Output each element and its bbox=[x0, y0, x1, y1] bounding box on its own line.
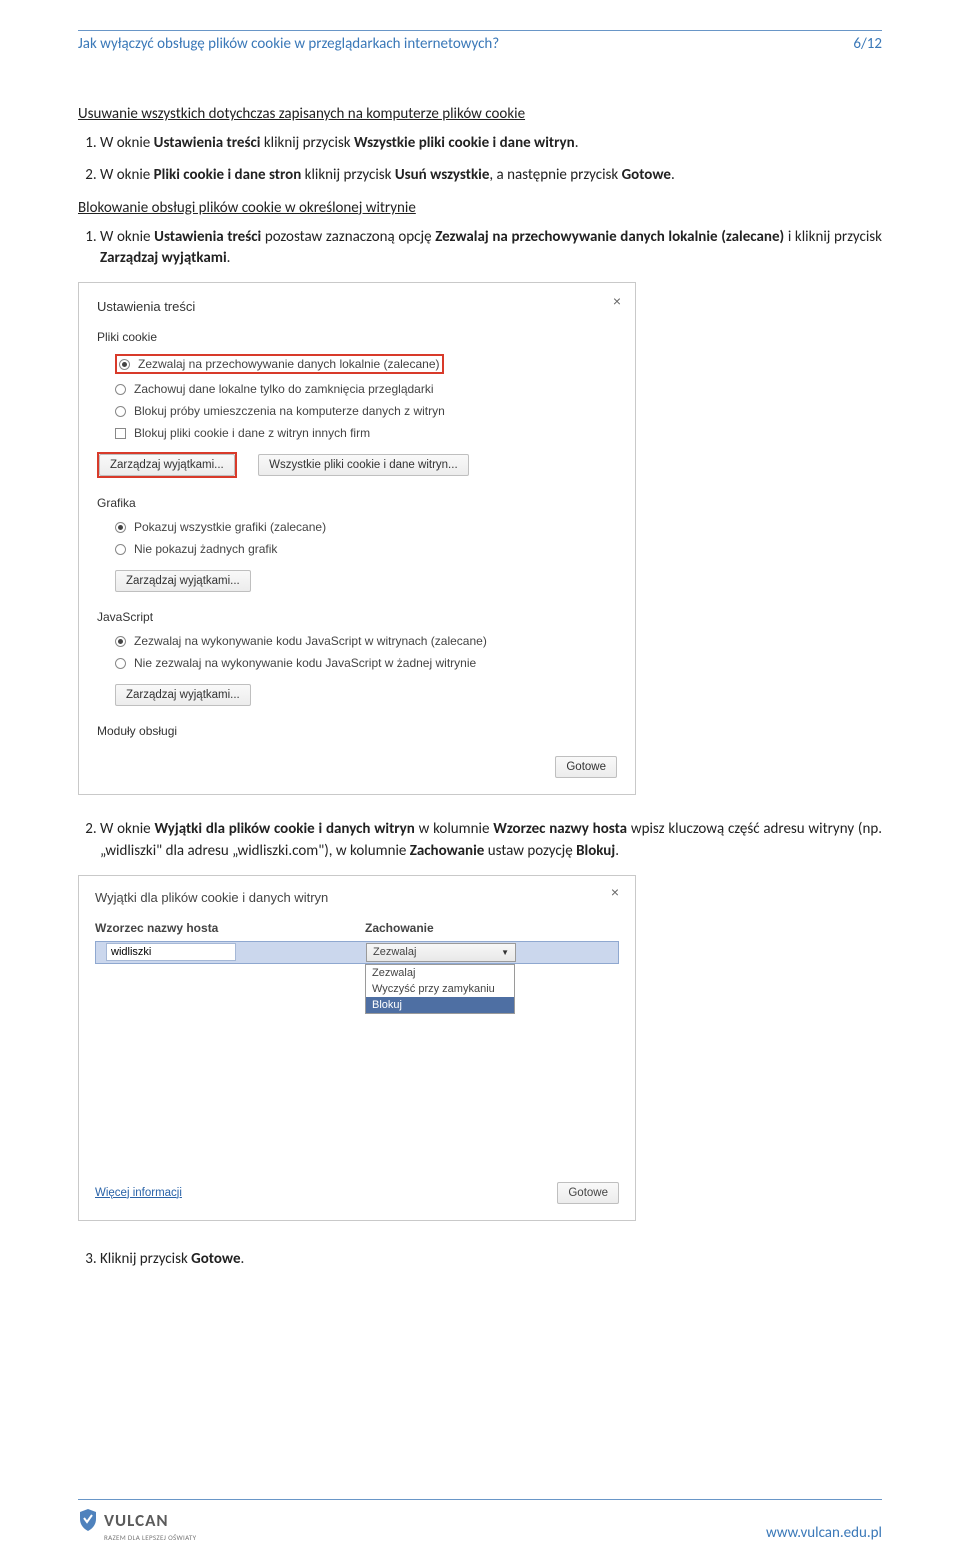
highlight-red-btn: Zarządzaj wyjątkami... bbox=[97, 452, 237, 478]
radio-icon bbox=[119, 359, 130, 370]
chevron-down-icon: ▼ bbox=[501, 948, 509, 957]
behavior-menu: Zezwalaj Wyczyść przy zamykaniu Blokuj bbox=[365, 964, 515, 1014]
radio-cookies-session[interactable]: Zachowuj dane lokalne tylko do zamknięci… bbox=[115, 382, 617, 396]
section2-list-cont: W oknie Wyjątki dla plików cookie i dany… bbox=[78, 819, 882, 863]
radio-icon bbox=[115, 522, 126, 533]
page-footer: VULCAN RAZEM DLA LEPSZEJ OŚWIATY www.vul… bbox=[78, 1499, 882, 1542]
radio-js-block[interactable]: Nie zezwalaj na wykonywanie kodu JavaScr… bbox=[115, 656, 617, 670]
group-js-title: JavaScript bbox=[97, 610, 617, 624]
done-button[interactable]: Gotowe bbox=[555, 756, 617, 778]
screenshot-exceptions: × Wyjątki dla plików cookie i danych wit… bbox=[78, 875, 636, 1221]
group-graphics: Grafika Pokazuj wszystkie grafiki (zalec… bbox=[97, 496, 617, 592]
gfx-exceptions-button[interactable]: Zarządzaj wyjątkami... bbox=[115, 570, 251, 592]
screenshot-settings: × Ustawienia treści Pliki cookie Zezwala… bbox=[78, 282, 636, 795]
page-header: Jak wyłączyć obsługę plików cookie w prz… bbox=[78, 31, 882, 93]
section1-list: W oknie Ustawienia treści kliknij przyci… bbox=[78, 133, 882, 187]
brand-tagline: RAZEM DLA LEPSZEJ OŚWIATY bbox=[104, 1533, 196, 1542]
section2-list-end: Kliknij przycisk Gotowe. bbox=[78, 1249, 882, 1271]
js-exceptions-button[interactable]: Zarządzaj wyjątkami... bbox=[115, 684, 251, 706]
close-icon[interactable]: × bbox=[613, 293, 621, 309]
section1-item-2: W oknie Pliki cookie i dane stron klikni… bbox=[100, 165, 882, 187]
more-info-link[interactable]: Więcej informacji bbox=[95, 1187, 182, 1199]
group-js: JavaScript Zezwalaj na wykonywanie kodu … bbox=[97, 610, 617, 706]
group-plugins: Moduły obsługi bbox=[97, 724, 617, 738]
section1-item-1: W oknie Ustawienia treści kliknij przyci… bbox=[100, 133, 882, 155]
header-page: 6/12 bbox=[853, 35, 882, 53]
section2-title: Blokowanie obsługi plików cookie w okreś… bbox=[78, 199, 882, 217]
group-cookies-title: Pliki cookie bbox=[97, 330, 617, 344]
radio-icon bbox=[115, 384, 126, 395]
menu-clear[interactable]: Wyczyść przy zamykaniu bbox=[366, 981, 514, 997]
radio-cookies-block[interactable]: Blokuj próby umieszczenia na komputerze … bbox=[115, 404, 617, 418]
radio-icon bbox=[115, 544, 126, 555]
menu-allow[interactable]: Zezwalaj bbox=[366, 965, 514, 981]
col-behavior: Zachowanie bbox=[365, 921, 434, 935]
done-button[interactable]: Gotowe bbox=[557, 1182, 619, 1204]
behavior-select[interactable]: Zezwalaj ▼ bbox=[366, 943, 516, 962]
check-cookies-third[interactable]: Blokuj pliki cookie i dane z witryn inny… bbox=[115, 426, 617, 440]
manage-exceptions-button[interactable]: Zarządzaj wyjątkami... bbox=[99, 454, 235, 476]
dialog-footer: Gotowe bbox=[97, 756, 617, 778]
table-row[interactable]: Zezwalaj ▼ bbox=[95, 941, 619, 964]
radio-icon bbox=[115, 658, 126, 669]
menu-block[interactable]: Blokuj bbox=[366, 997, 514, 1013]
table-header: Wzorzec nazwy hosta Zachowanie bbox=[95, 911, 619, 941]
host-input[interactable] bbox=[106, 943, 236, 961]
table-empty bbox=[95, 1014, 619, 1174]
section2-item-2: W oknie Wyjątki dla plików cookie i dany… bbox=[100, 819, 882, 863]
header-title: Jak wyłączyć obsługę plików cookie w prz… bbox=[78, 35, 499, 53]
all-cookies-button[interactable]: Wszystkie pliki cookie i dane witryn... bbox=[258, 454, 469, 476]
col-host: Wzorzec nazwy hosta bbox=[95, 921, 365, 935]
section1-title: Usuwanie wszystkich dotychczas zapisanyc… bbox=[78, 105, 882, 123]
highlight-red: Zezwalaj na przechowywanie danych lokaln… bbox=[115, 354, 444, 374]
dialog2-footer: Więcej informacji Gotowe bbox=[95, 1182, 619, 1204]
checkbox-icon bbox=[115, 428, 126, 439]
group-plugins-title: Moduły obsługi bbox=[97, 724, 617, 738]
shield-icon bbox=[78, 1508, 98, 1532]
dialog-title: Ustawienia treści bbox=[97, 299, 617, 314]
footer-url: www.vulcan.edu.pl bbox=[766, 1524, 882, 1542]
radio-gfx-show[interactable]: Pokazuj wszystkie grafiki (zalecane) bbox=[115, 520, 617, 534]
section2-item-3: Kliknij przycisk Gotowe. bbox=[100, 1249, 882, 1271]
section2-list: W oknie Ustawienia treści pozostaw zazna… bbox=[78, 227, 882, 271]
dialog2-title: Wyjątki dla plików cookie i danych witry… bbox=[95, 890, 619, 905]
radio-gfx-hide[interactable]: Nie pokazuj żadnych grafik bbox=[115, 542, 617, 556]
group-cookies: Pliki cookie Zezwalaj na przechowywanie … bbox=[97, 330, 617, 478]
brand-logo: VULCAN RAZEM DLA LEPSZEJ OŚWIATY bbox=[78, 1508, 196, 1542]
brand-name: VULCAN bbox=[104, 1510, 169, 1531]
radio-icon bbox=[115, 636, 126, 647]
section2-item-1: W oknie Ustawienia treści pozostaw zazna… bbox=[100, 227, 882, 271]
close-icon[interactable]: × bbox=[611, 884, 619, 900]
radio-icon bbox=[115, 406, 126, 417]
group-graphics-title: Grafika bbox=[97, 496, 617, 510]
radio-cookies-allow[interactable]: Zezwalaj na przechowywanie danych lokaln… bbox=[115, 354, 617, 374]
radio-js-allow[interactable]: Zezwalaj na wykonywanie kodu JavaScript … bbox=[115, 634, 617, 648]
